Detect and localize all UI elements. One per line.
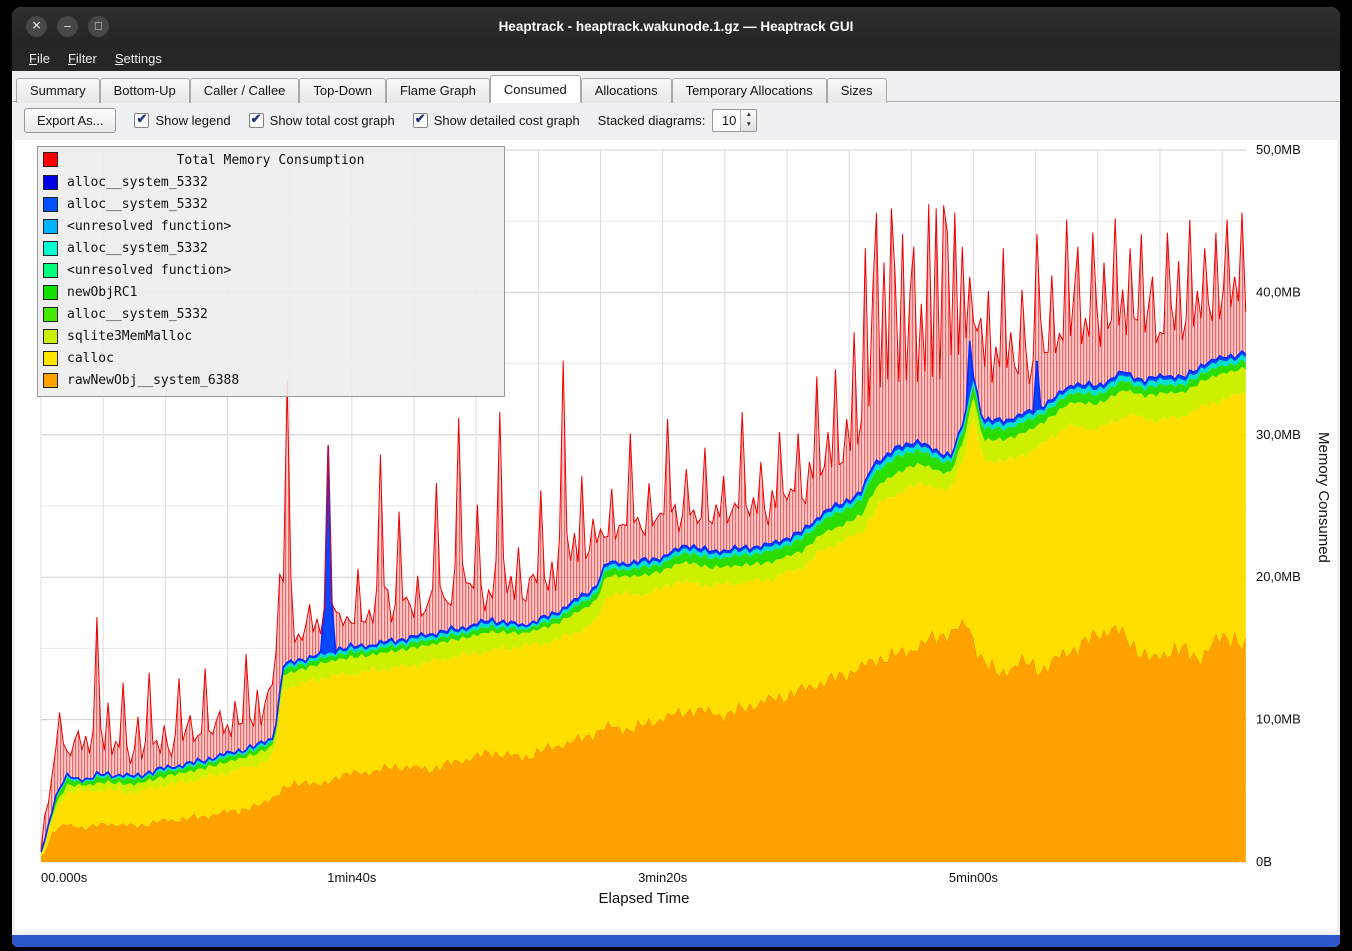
bottom-bar: [12, 935, 1340, 947]
legend-swatch: [43, 285, 58, 300]
y-tick-label: 30,0MB: [1256, 427, 1301, 442]
y-tick-label: 20,0MB: [1256, 569, 1301, 584]
y-tick-label: 10,0MB: [1256, 712, 1301, 727]
x-tick-label: 00.000s: [41, 870, 88, 885]
heaptrack-window: ✕ – □ Heaptrack - heaptrack.wakunode.1.g…: [12, 7, 1340, 947]
check-icon: ✔: [415, 111, 426, 127]
x-tick-label: 3min20s: [638, 870, 688, 885]
maximize-button[interactable]: □: [88, 16, 109, 37]
tab-flame-graph[interactable]: Flame Graph: [386, 78, 490, 103]
x-tick-label: 1min40s: [327, 870, 377, 885]
legend-item: sqlite3MemMalloc: [43, 325, 498, 347]
legend-item-label: <unresolved function>: [67, 263, 231, 278]
legend-item-label: calloc: [67, 351, 114, 366]
stacked-diagrams-value: 10: [713, 110, 740, 131]
tab-top-down[interactable]: Top-Down: [299, 78, 386, 103]
legend-swatch: [43, 329, 58, 344]
window-controls: ✕ – □: [26, 16, 119, 37]
legend-title: Total Memory Consumption: [43, 153, 498, 168]
tab-summary[interactable]: Summary: [16, 78, 100, 103]
legend-item: <unresolved function>: [43, 259, 498, 281]
show-total-cost-checkbox[interactable]: ✔ Show total cost graph: [249, 113, 395, 128]
spin-buttons: ▲ ▼: [740, 110, 756, 131]
legend-item-label: <unresolved function>: [67, 219, 231, 234]
spin-up-button[interactable]: ▲: [741, 110, 756, 121]
minimize-button[interactable]: –: [57, 16, 78, 37]
legend-item: alloc__system_5332: [43, 303, 498, 325]
spin-down-button[interactable]: ▼: [741, 120, 756, 131]
y-tick-label: 40,0MB: [1256, 284, 1301, 299]
export-as-button[interactable]: Export As...: [24, 108, 116, 133]
tab-caller-callee[interactable]: Caller / Callee: [190, 78, 300, 103]
close-button[interactable]: ✕: [26, 16, 47, 37]
titlebar: ✕ – □ Heaptrack - heaptrack.wakunode.1.g…: [12, 7, 1340, 45]
legend-title-row: Total Memory Consumption: [43, 149, 498, 171]
maximize-icon: □: [95, 20, 102, 32]
legend-item: alloc__system_5332: [43, 237, 498, 259]
show-detailed-cost-checkbox[interactable]: ✔ Show detailed cost graph: [413, 113, 580, 128]
tab-temporary-allocations[interactable]: Temporary Allocations: [672, 78, 827, 103]
legend-swatch: [43, 241, 58, 256]
chart-legend: Total Memory Consumption alloc__system_53…: [37, 146, 505, 397]
stacked-diagrams-spinbox[interactable]: 10 ▲ ▼: [712, 109, 757, 132]
legend-item: <unresolved function>: [43, 215, 498, 237]
minimize-icon: –: [64, 20, 71, 32]
stacked-diagrams-label: Stacked diagrams:: [598, 113, 706, 128]
legend-swatch: [43, 373, 58, 388]
x-tick-label: 5min00s: [949, 870, 999, 885]
menu-filter[interactable]: Filter: [59, 48, 106, 69]
toolbar: Export As... ✔ Show legend ✔ Show total …: [12, 102, 1340, 138]
checkbox-box: ✔: [249, 113, 264, 128]
main-content: SummaryBottom-UpCaller / CalleeTop-DownF…: [12, 71, 1340, 935]
tab-bottom-up[interactable]: Bottom-Up: [100, 78, 190, 103]
legend-item-label: alloc__system_5332: [67, 175, 208, 190]
menu-settings[interactable]: Settings: [106, 48, 171, 69]
y-tick-label: 0B: [1256, 854, 1272, 869]
legend-item-label: newObjRC1: [67, 285, 137, 300]
x-axis-title: Elapsed Time: [41, 890, 1247, 907]
legend-item-label: sqlite3MemMalloc: [67, 329, 192, 344]
legend-swatch: [43, 197, 58, 212]
menu-bar: File Filter Settings: [12, 45, 1340, 71]
checkbox-box: ✔: [134, 113, 149, 128]
legend-item: newObjRC1: [43, 281, 498, 303]
legend-swatch: [43, 219, 58, 234]
legend-item-label: rawNewObj__system_6388: [67, 373, 239, 388]
chart-panel: 00.000s 1min40s 3min20s 5min00s 0B 10,0MB 20,0…: [15, 140, 1337, 932]
legend-item: alloc__system_5332: [43, 193, 498, 215]
legend-item-label: alloc__system_5332: [67, 307, 208, 322]
checkbox-box: ✔: [413, 113, 428, 128]
y-axis-title: Memory Consumed: [1315, 432, 1332, 563]
tab-sizes[interactable]: Sizes: [827, 78, 887, 103]
y-tick-label: 50,0MB: [1256, 142, 1301, 157]
legend-swatch: [43, 351, 58, 366]
tab-bar: SummaryBottom-UpCaller / CalleeTop-DownF…: [12, 71, 1340, 102]
tab-consumed[interactable]: Consumed: [490, 75, 581, 103]
legend-item-label: alloc__system_5332: [67, 241, 208, 256]
close-icon: ✕: [31, 20, 41, 32]
window-title: Heaptrack - heaptrack.wakunode.1.gz — He…: [12, 19, 1340, 34]
check-icon: ✔: [251, 111, 262, 127]
legend-title-swatch: [43, 152, 58, 167]
menu-file[interactable]: File: [20, 48, 59, 69]
check-icon: ✔: [136, 111, 147, 127]
legend-item-label: alloc__system_5332: [67, 197, 208, 212]
legend-item: calloc: [43, 347, 498, 369]
legend-item: rawNewObj__system_6388: [43, 369, 498, 391]
show-detailed-cost-label: Show detailed cost graph: [434, 113, 580, 128]
legend-swatch: [43, 307, 58, 322]
show-legend-checkbox[interactable]: ✔ Show legend: [134, 113, 230, 128]
legend-item: alloc__system_5332: [43, 171, 498, 193]
legend-swatch: [43, 175, 58, 190]
legend-swatch: [43, 263, 58, 278]
tab-allocations[interactable]: Allocations: [581, 78, 672, 103]
show-legend-label: Show legend: [155, 113, 230, 128]
show-total-cost-label: Show total cost graph: [270, 113, 395, 128]
